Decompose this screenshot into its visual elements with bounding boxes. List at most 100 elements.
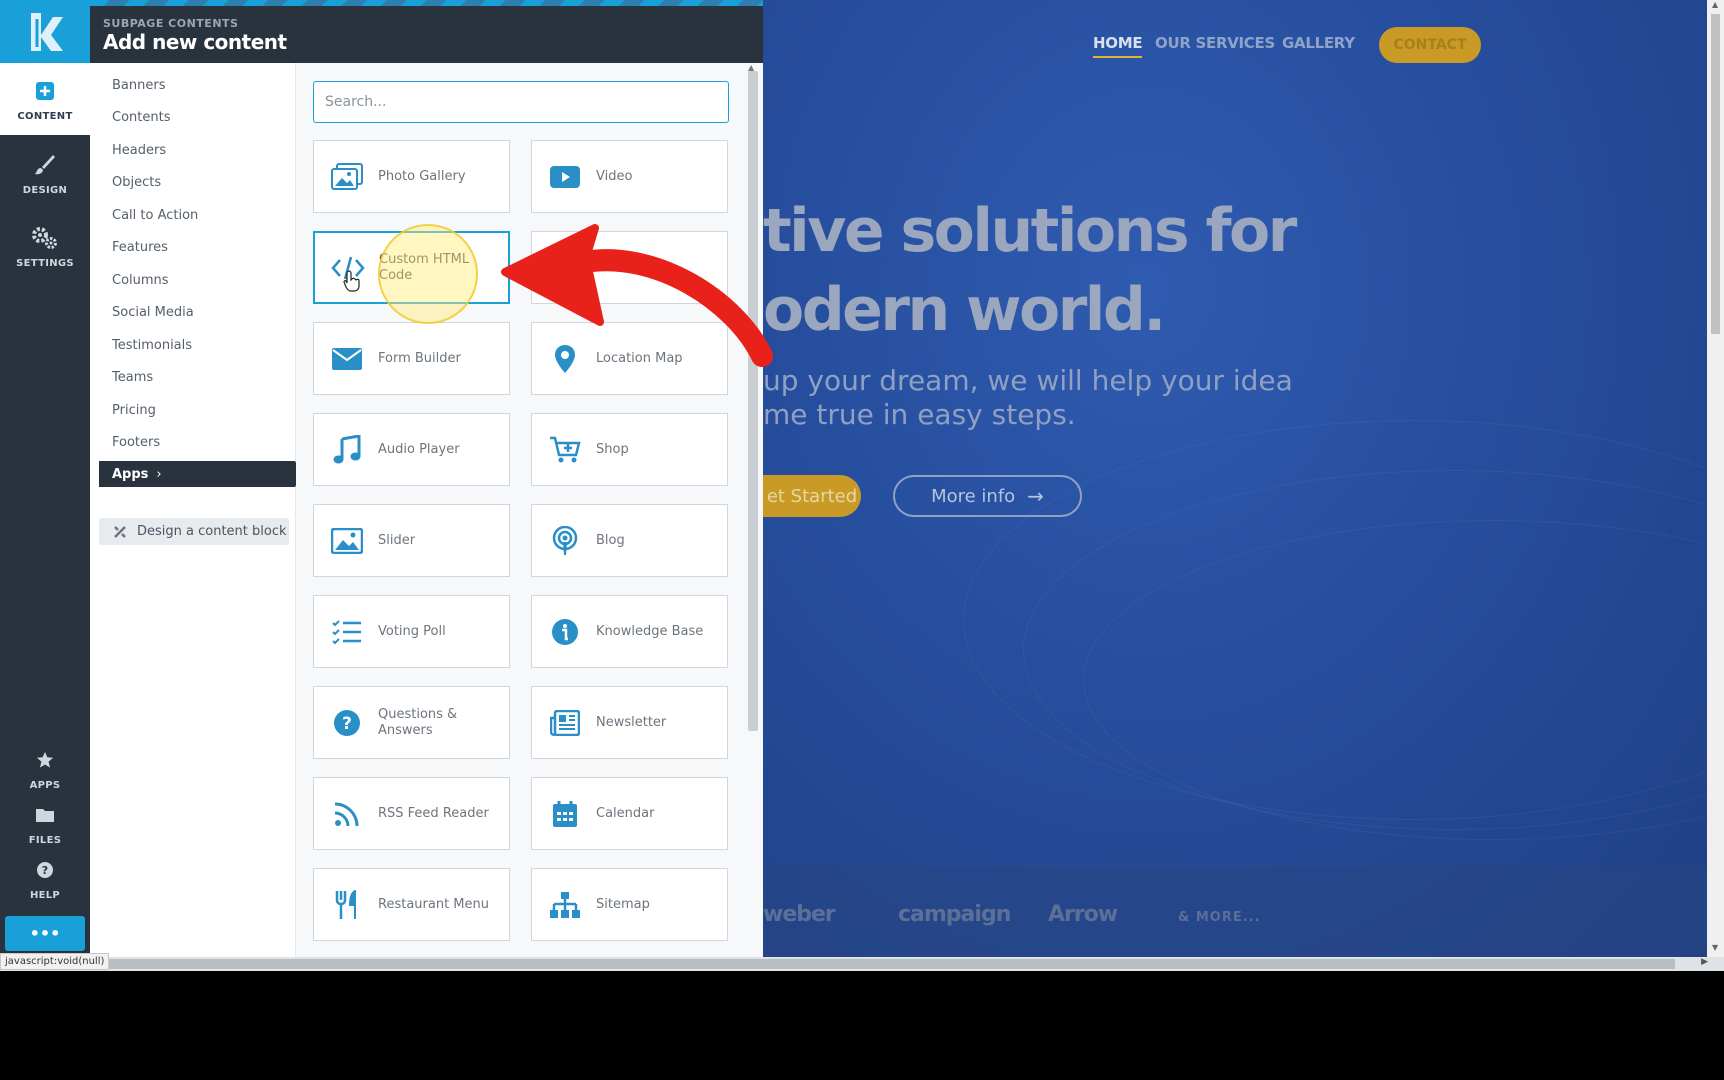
nav-gallery[interactable]: GALLERY <box>1282 34 1355 52</box>
nav-home[interactable]: HOME <box>1093 34 1143 58</box>
category-contents[interactable]: Contents <box>112 110 170 125</box>
svg-text:?: ? <box>342 714 352 734</box>
category-apps[interactable]: Apps › <box>99 461 303 487</box>
category-columns[interactable]: Columns <box>112 273 169 288</box>
get-started-button[interactable]: et Started <box>763 475 861 517</box>
calendar-icon <box>548 797 582 831</box>
tools-icon <box>113 525 127 539</box>
app-card-audio-player[interactable]: Audio Player <box>313 413 510 486</box>
app-card-label: Restaurant Menu <box>378 896 489 912</box>
arrow-right-icon: → <box>1027 484 1044 508</box>
more-info-label: More info <box>931 485 1016 507</box>
app-card-location-map[interactable]: Location Map <box>531 322 728 395</box>
app-card-calendar[interactable]: Calendar <box>531 777 728 850</box>
brand-more-label: & MORE... <box>1178 910 1261 925</box>
app-card-voting-poll[interactable]: Voting Poll <box>313 595 510 668</box>
plus-square-icon <box>31 77 59 105</box>
design-content-block-button[interactable]: Design a content block <box>99 518 289 545</box>
gears-icon <box>31 224 59 252</box>
app-card-label: Download <box>596 259 661 275</box>
star-icon <box>31 746 59 774</box>
apps-grid-panel: Photo Gallery Video Custom HTML Code Dow… <box>296 63 763 957</box>
rail-content[interactable]: CONTENT <box>0 63 90 135</box>
app-card-video[interactable]: Video <box>531 140 728 213</box>
chevron-right-icon: › <box>156 466 162 482</box>
app-card-label: Audio Player <box>378 441 460 457</box>
app-card-download[interactable]: Download <box>531 231 728 304</box>
info-icon <box>548 615 582 649</box>
panel-subtitle: SUBPAGE CONTENTS <box>103 17 239 30</box>
rail-apps-label: APPS <box>29 779 61 791</box>
category-banners[interactable]: Banners <box>112 78 165 93</box>
app-card-label: Knowledge Base <box>596 623 704 639</box>
category-pricing[interactable]: Pricing <box>112 403 156 418</box>
app-card-label: Blog <box>596 532 625 548</box>
app-card-photo-gallery[interactable]: Photo Gallery <box>313 140 510 213</box>
category-social-media[interactable]: Social Media <box>112 305 194 320</box>
panel-scrollbar[interactable] <box>748 71 758 731</box>
scroll-right-icon[interactable]: ▶ <box>1701 957 1708 967</box>
panel-title: Add new content <box>103 30 287 54</box>
category-footers[interactable]: Footers <box>112 435 160 450</box>
podcast-icon <box>548 524 582 558</box>
app-card-sitemap[interactable]: Sitemap <box>531 868 728 941</box>
app-card-blog[interactable]: Blog <box>531 504 728 577</box>
brand-logo-arrow: Arrow <box>1048 902 1118 927</box>
category-objects[interactable]: Objects <box>112 175 161 190</box>
download-icon <box>548 251 582 285</box>
logo-icon <box>31 12 63 51</box>
rail-design-label: DESIGN <box>22 184 68 196</box>
category-features[interactable]: Features <box>112 240 168 255</box>
app-card-label: Photo Gallery <box>378 168 466 184</box>
rail-files-label: FILES <box>28 834 62 846</box>
rail-design[interactable]: DESIGN <box>0 137 90 209</box>
question-circle-icon: ? <box>330 706 364 740</box>
rail-help[interactable]: ? HELP <box>0 846 90 910</box>
scrollbar-thumb[interactable] <box>1711 14 1720 334</box>
nav-contact-button[interactable]: CONTACT <box>1379 27 1481 63</box>
app-card-newsletter[interactable]: Newsletter <box>531 686 728 759</box>
category-headers[interactable]: Headers <box>112 143 166 158</box>
category-call-to-action[interactable]: Call to Action <box>112 208 198 223</box>
panel-header: SUBPAGE CONTENTS Add new content <box>90 0 763 63</box>
nav-our-services[interactable]: OUR SERVICES <box>1155 34 1275 52</box>
app-card-label: Custom HTML Code <box>379 251 470 283</box>
app-card-slider[interactable]: Slider <box>313 504 510 577</box>
scroll-down-icon[interactable]: ▼ <box>1712 943 1718 952</box>
rail-settings[interactable]: SETTINGS <box>0 210 90 282</box>
checklist-icon <box>330 615 364 649</box>
app-window: CONTENT DESIGN SETTINGS APPS FILES ? HEL… <box>0 0 1724 971</box>
slider-image-icon <box>330 524 364 558</box>
app-card-label: Questions & Answers <box>378 706 458 738</box>
scrollbar-thumb[interactable] <box>100 959 1675 969</box>
app-card-rss-feed-reader[interactable]: RSS Feed Reader <box>313 777 510 850</box>
app-card-label: Slider <box>378 532 416 548</box>
app-card-form-builder[interactable]: Form Builder <box>313 322 510 395</box>
app-card-label: Sitemap <box>596 896 650 912</box>
page-horizontal-scrollbar[interactable]: ▶ <box>0 957 1724 971</box>
category-teams[interactable]: Teams <box>112 370 153 385</box>
video-play-icon <box>548 160 582 194</box>
hero-subtext-line-1: up your dream, we will help your idea <box>763 364 1293 397</box>
page-vertical-scrollbar[interactable]: ▲ ▼ <box>1707 0 1724 957</box>
app-card-questions-answers[interactable]: ? Questions & Answers <box>313 686 510 759</box>
more-button[interactable]: ••• <box>5 916 85 951</box>
category-testimonials[interactable]: Testimonials <box>112 338 192 353</box>
hero-heading-line-2: odern world. <box>763 275 1166 345</box>
map-pin-icon <box>548 342 582 376</box>
app-card-label: Voting Poll <box>378 623 446 639</box>
app-card-knowledge-base[interactable]: Knowledge Base <box>531 595 728 668</box>
search-input[interactable] <box>313 81 729 123</box>
hero-heading-line-1: tive solutions for <box>763 196 1297 266</box>
app-card-custom-html-code[interactable]: Custom HTML Code <box>313 231 510 304</box>
header-stripe <box>90 0 763 6</box>
app-logo[interactable] <box>0 0 90 63</box>
code-icon <box>331 251 365 285</box>
app-card-label: Calendar <box>596 805 655 821</box>
rail-settings-label: SETTINGS <box>16 257 74 269</box>
app-card-shop[interactable]: Shop <box>531 413 728 486</box>
more-info-button[interactable]: More info → <box>893 475 1082 517</box>
app-card-restaurant-menu[interactable]: Restaurant Menu <box>313 868 510 941</box>
scroll-up-icon[interactable]: ▲ <box>1712 0 1718 9</box>
rss-icon <box>330 797 364 831</box>
